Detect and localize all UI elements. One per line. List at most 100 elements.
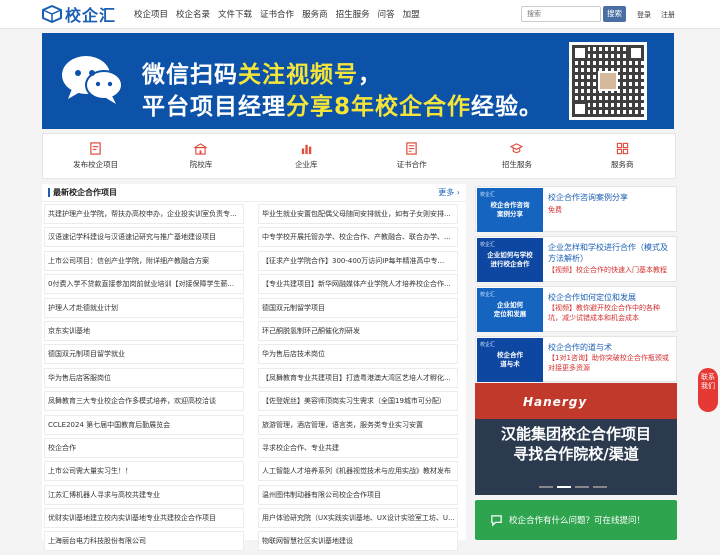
list-item[interactable]: 华为售后店客服岗位 xyxy=(44,367,244,388)
panel-title: 最新校企合作项目 xyxy=(48,188,117,197)
carousel-dot[interactable] xyxy=(593,486,607,488)
list-item[interactable]: CCLE2024 第七届中国教育后勤展览会 xyxy=(44,414,244,435)
list-item[interactable]: 优财实训基地建立校内实训基地专业共建校企合作项目 xyxy=(44,508,244,529)
list-item[interactable]: 凤舞教育三大专业校企合作多模式培养，欢迎高校洽谈 xyxy=(44,391,244,412)
certificate-icon xyxy=(406,142,417,155)
nav-item[interactable]: 文件下载 xyxy=(218,8,252,20)
nav-item[interactable]: 招生服务 xyxy=(336,8,370,20)
case-card[interactable]: 校企汇 校企合作咨询 案例分享 校企合作咨询案例分享 免费 xyxy=(475,186,677,232)
list-item[interactable]: 【凤舞教育专业共建项目】打造粤港澳大湾区艺培人才孵化... xyxy=(258,367,458,388)
quick-link-label: 证书合作 xyxy=(396,160,427,169)
promo-banner[interactable]: 微信扫码关注视频号， 平台项目经理分享8年校企合作经验。 xyxy=(42,33,674,129)
carousel-dot[interactable] xyxy=(575,486,589,488)
quick-link-label: 企业库 xyxy=(295,160,318,169)
quick-link-companies[interactable]: 企业库 xyxy=(254,134,359,178)
list-item[interactable]: 德国双元制留学项目 xyxy=(258,297,458,318)
case-card[interactable]: 校企汇 校企合作 道与术 校企合作的道与术 【1对1咨询】助你突破校企合作瓶颈或对… xyxy=(475,336,677,382)
latest-projects-panel: 最新校企合作项目 更多 › 共建护理产业学院，帮扶办高校申办，企业投实训室负责专… xyxy=(42,184,466,552)
qr-finder xyxy=(628,45,644,61)
list-item[interactable]: 寻求校企合作、专业共建 xyxy=(258,437,458,458)
chevron-right-icon: › xyxy=(456,188,460,197)
banner-highlight: 分享8年 xyxy=(286,94,376,120)
list-item[interactable]: 江苏汇博机器人寻求与高校共建专业 xyxy=(44,484,244,505)
case-title[interactable]: 校企合作的道与术 xyxy=(548,342,672,353)
case-thumbnail: 校企汇 企业如何 定位和发展 xyxy=(477,288,543,332)
list-item[interactable]: 旅游管理，酒店管理，语言类，服务类专业实习安置 xyxy=(258,414,458,435)
quick-link-certificates[interactable]: 证书合作 xyxy=(359,134,464,178)
list-item[interactable]: 【佐登妮丝】美容师顶岗实习生需求（全国19城市可分配） xyxy=(258,391,458,412)
quick-link-label: 服务商 xyxy=(611,160,634,169)
register-link[interactable]: 注册 xyxy=(661,10,675,20)
case-title[interactable]: 校企合作如何定位和发展 xyxy=(548,292,672,303)
site-logo[interactable]: 校企汇 xyxy=(42,4,117,25)
list-item[interactable]: 上海丽台电力科技股份有限公司 xyxy=(44,531,244,552)
case-title[interactable]: 企业怎样和学校进行合作（模式及方法解析） xyxy=(548,242,672,264)
list-item[interactable]: 护理人才赴德就业计划 xyxy=(44,297,244,318)
case-subtitle: 【视频】教你避开校企合作中的各种坑，减少试错成本和机会成本 xyxy=(548,304,660,322)
ask-question-button[interactable]: 校企合作有什么问题？可在线提问！ xyxy=(475,500,677,540)
case-subtitle: 【1对1咨询】助你突破校企合作瓶颈或对接更多资源 xyxy=(548,354,669,372)
list-item[interactable]: 中专学校开展托管办学、校企合作、产教融合、联合办学、... xyxy=(258,227,458,248)
thumb-text: 企业如何与学校 进行校企合作 xyxy=(487,251,533,268)
list-item[interactable]: 【专业共建项目】新华网融媒体产业学院人才培养校企合作... xyxy=(258,274,458,295)
quick-link-label: 招生服务 xyxy=(501,160,532,169)
list-item[interactable]: 用户体验研究院（UX实践实训基地、UX设计实验室工坊、U... xyxy=(258,508,458,529)
logo-cube-icon xyxy=(42,5,62,23)
list-item[interactable]: 华为售后店技术岗位 xyxy=(258,344,458,365)
chat-bubble-icon xyxy=(491,515,502,527)
ask-label: 校企合作有什么问题？可在线提问！ xyxy=(509,516,646,526)
list-item[interactable]: 德国双元制项目留学就业 xyxy=(44,344,244,365)
banner-headline-1: 微信扫码关注视频号， xyxy=(142,55,382,89)
list-item[interactable]: 物联网智慧社区实训基地建设 xyxy=(258,531,458,552)
list-item[interactable]: 汉语速记学科建设与汉语速记研究与推广基地建设项目 xyxy=(44,227,244,248)
list-item[interactable]: 人工智能人才培养系列《机器视觉技术与应用实战》教材发布 xyxy=(258,461,458,482)
search-button[interactable]: 搜索 xyxy=(603,6,626,22)
thumb-tag: 校企汇 xyxy=(480,192,496,198)
ad-subheadline: 寻找合作院校/渠道 xyxy=(513,445,639,463)
list-item[interactable]: 上市公司项目：信创产业学院，附详细产教融合方案 xyxy=(44,250,244,271)
more-link[interactable]: 更多 › xyxy=(438,187,460,198)
login-link[interactable]: 登录 xyxy=(637,10,651,20)
qr-code xyxy=(569,42,647,120)
ad-carousel[interactable]: Hanergy 汉能集团校企合作项目 寻找合作院校/渠道 xyxy=(475,383,677,495)
qr-finder xyxy=(572,101,588,117)
case-card[interactable]: 校企汇 企业如何与学校 进行校企合作 企业怎样和学校进行合作（模式及方法解析） 【… xyxy=(475,236,677,282)
nav-item[interactable]: 加盟 xyxy=(403,8,420,20)
carousel-dot[interactable] xyxy=(557,486,571,488)
list-item[interactable]: 京东实训基地 xyxy=(44,320,244,341)
quick-link-providers[interactable]: 服务商 xyxy=(570,134,675,178)
nav-item[interactable]: 证书合作 xyxy=(260,8,294,20)
nav-item[interactable]: 校企项目 xyxy=(134,8,168,20)
case-card[interactable]: 校企汇 企业如何 定位和发展 校企合作如何定位和发展 【视频】教你避开校企合作中的… xyxy=(475,286,677,332)
nav-item[interactable]: 问答 xyxy=(378,8,395,20)
nav-item[interactable]: 服务商 xyxy=(302,8,328,20)
quick-link-label: 院校库 xyxy=(189,160,213,169)
qr-pattern xyxy=(572,45,644,117)
logo-text: 校企汇 xyxy=(65,6,117,25)
contact-us-float[interactable]: 联系我们 xyxy=(698,368,718,412)
school-icon xyxy=(194,143,208,155)
list-item[interactable]: 环己酮脱氢制环己酮催化剂研发 xyxy=(258,320,458,341)
carousel-dot[interactable] xyxy=(539,486,553,488)
list-item[interactable]: 温州图伟制动器有限公司校企合作项目 xyxy=(258,484,458,505)
list-item[interactable]: 【征求产业学院合作】300-400万访问IP每年精准高中专... xyxy=(258,250,458,271)
case-subtitle: 【视频】校企合作的快速入门基本教程 xyxy=(548,266,667,274)
search-input[interactable] xyxy=(521,6,601,22)
case-title[interactable]: 校企合作咨询案例分享 xyxy=(548,192,672,203)
quick-link-schools[interactable]: 院校库 xyxy=(148,134,253,178)
list-item[interactable]: 共建护理产业学院，帮扶办高校申办，企业投实训室负责专... xyxy=(44,204,244,224)
list-item[interactable]: 毕业生就业安置包配偶父母随同安排就业，如有子女则安排... xyxy=(258,204,458,224)
main-nav: 校企项目 校企名录 文件下载 证书合作 服务商 招生服务 问答 加盟 xyxy=(134,8,420,20)
grid-icon xyxy=(616,142,628,155)
list-item[interactable]: 上市公司需大量实习生！！ xyxy=(44,461,244,482)
quick-link-publish[interactable]: 发布校企项目 xyxy=(43,134,148,178)
case-thumbnail: 校企汇 企业如何与学校 进行校企合作 xyxy=(477,238,543,282)
quick-link-label: 发布校企项目 xyxy=(73,160,119,169)
nav-item[interactable]: 校企名录 xyxy=(176,8,210,20)
bar-chart-icon xyxy=(301,144,312,155)
ad-brand: Hanergy xyxy=(523,395,588,409)
thumb-text: 校企合作 道与术 xyxy=(497,351,523,368)
list-item[interactable]: 0付费入学不贷款直接参加岗前就业培训【对接保障学生薪... xyxy=(44,274,244,295)
quick-link-enrollment[interactable]: 招生服务 xyxy=(464,134,569,178)
list-item[interactable]: 校企合作 xyxy=(44,437,244,458)
